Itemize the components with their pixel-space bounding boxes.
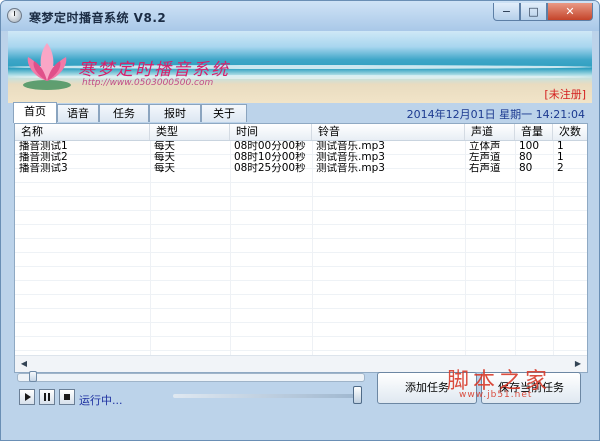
cell-volume: 100 xyxy=(519,141,540,152)
scroll-right-icon[interactable]: ▶ xyxy=(571,357,585,371)
cell-count: 1 xyxy=(557,152,564,163)
lotus-flower-icon xyxy=(23,43,71,90)
cell-time: 08时10分00秒 xyxy=(234,152,306,163)
app-window: 寒梦定时播音系统 V8.2 − □ ✕ 寒梦定时播音系统 http://www.… xyxy=(0,0,600,441)
column-header-time[interactable]: 时间 xyxy=(230,124,312,140)
cell-channel: 左声道 xyxy=(469,152,501,163)
tab-voice[interactable]: 语音 xyxy=(57,104,99,122)
column-header-ringtone[interactable]: 铃音 xyxy=(312,124,465,140)
window-title: 寒梦定时播音系统 V8.2 xyxy=(29,11,167,25)
playback-progress-slider[interactable] xyxy=(17,371,365,382)
column-header-count[interactable]: 次数 xyxy=(553,124,587,140)
play-button[interactable] xyxy=(19,389,35,405)
cell-time: 08时00分00秒 xyxy=(234,141,306,152)
close-button[interactable]: ✕ xyxy=(547,3,593,21)
cell-name: 播音测试3 xyxy=(19,163,68,174)
column-header-name[interactable]: 名称 xyxy=(15,124,150,140)
progress-thumb[interactable] xyxy=(29,371,37,382)
list-header: 名称 类型 时间 铃音 声道 音量 次数 xyxy=(15,124,587,141)
tab-tasks[interactable]: 任务 xyxy=(99,104,149,122)
tab-home[interactable]: 首页 xyxy=(13,102,57,123)
tab-about[interactable]: 关于 xyxy=(201,104,247,122)
volume-track[interactable] xyxy=(173,394,359,398)
current-datetime: 2014年12月01日 星期一 14:21:04 xyxy=(406,108,585,121)
cell-type: 每天 xyxy=(154,163,175,174)
column-header-type[interactable]: 类型 xyxy=(150,124,230,140)
cell-ringtone: 测试音乐.mp3 xyxy=(316,152,385,163)
website-url: http://www.0503000500.com xyxy=(82,78,214,88)
stop-button[interactable] xyxy=(59,389,75,405)
cell-time: 08时25分00秒 xyxy=(234,163,306,174)
cell-channel: 立体声 xyxy=(469,141,501,152)
minimize-button[interactable]: − xyxy=(493,3,520,21)
watermark-url: www.jb51.net xyxy=(459,390,533,400)
brand-logo-text: 寒梦定时播音系统 xyxy=(78,60,230,80)
volume-thumb[interactable] xyxy=(353,386,362,404)
pause-button[interactable] xyxy=(39,389,55,405)
cell-name: 播音测试2 xyxy=(19,152,68,163)
cell-count: 1 xyxy=(557,141,564,152)
table-row[interactable]: 播音测试2 每天 08时10分00秒 测试音乐.mp3 左声道 80 1 xyxy=(15,152,587,163)
scroll-left-icon[interactable]: ◀ xyxy=(17,357,31,371)
cell-channel: 右声道 xyxy=(469,163,501,174)
cell-type: 每天 xyxy=(154,152,175,163)
maximize-button[interactable]: □ xyxy=(520,3,547,21)
tab-time-announce[interactable]: 报时 xyxy=(149,104,201,122)
cell-name: 播音测试1 xyxy=(19,141,68,152)
cell-type: 每天 xyxy=(154,141,175,152)
banner-image: 寒梦定时播音系统 http://www.0503000500.com [未注册] xyxy=(8,31,592,103)
table-row[interactable]: 播音测试1 每天 08时00分00秒 测试音乐.mp3 立体声 100 1 xyxy=(15,141,587,152)
column-header-volume[interactable]: 音量 xyxy=(515,124,553,140)
column-header-channel[interactable]: 声道 xyxy=(465,124,515,140)
list-rows: 播音测试1 每天 08时00分00秒 测试音乐.mp3 立体声 100 1 播音… xyxy=(15,141,587,174)
cell-ringtone: 测试音乐.mp3 xyxy=(316,141,385,152)
cell-ringtone: 测试音乐.mp3 xyxy=(316,163,385,174)
cell-volume: 80 xyxy=(519,152,533,163)
cell-volume: 80 xyxy=(519,163,533,174)
cell-count: 2 xyxy=(557,163,564,174)
alarm-clock-icon xyxy=(7,8,22,23)
title-bar[interactable]: 寒梦定时播音系统 V8.2 − □ ✕ xyxy=(1,1,599,31)
task-list[interactable]: 名称 类型 时间 铃音 声道 音量 次数 播音测试1 每天 08时00分00秒 … xyxy=(14,123,588,373)
table-row[interactable]: 播音测试3 每天 08时25分00秒 测试音乐.mp3 右声道 80 2 xyxy=(15,163,587,174)
registration-status[interactable]: [未注册] xyxy=(544,86,586,102)
run-status: 运行中... xyxy=(79,394,123,407)
